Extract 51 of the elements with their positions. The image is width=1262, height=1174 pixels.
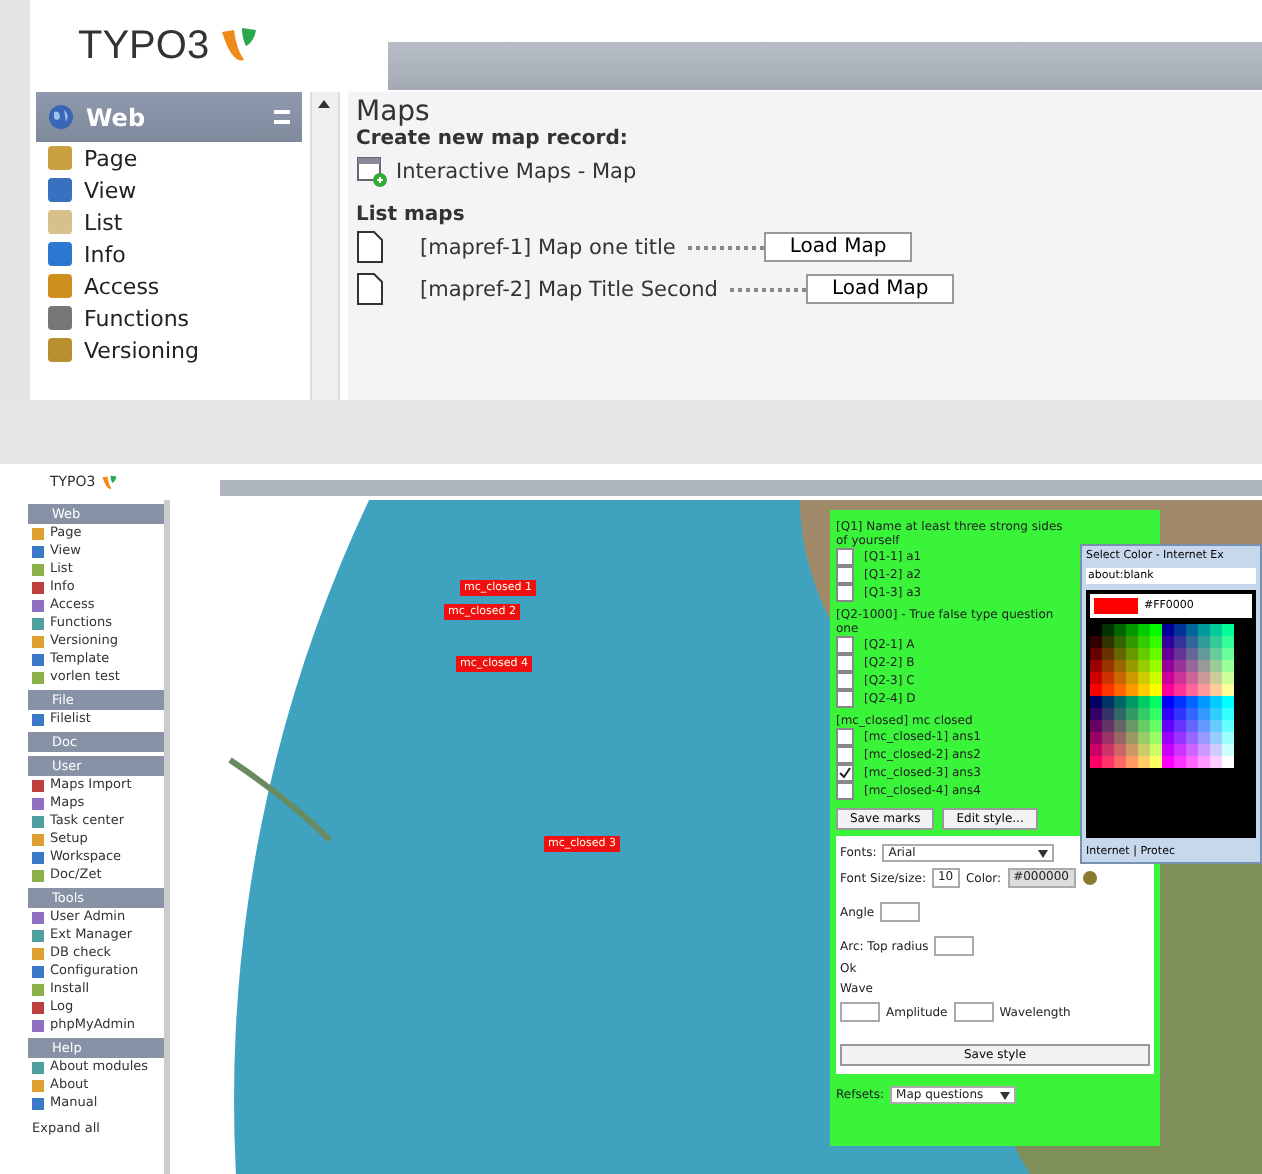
section-heading: Create new map record: bbox=[356, 128, 630, 150]
typo3-logo-text: TYPO3 bbox=[78, 23, 210, 69]
module-icon bbox=[48, 210, 72, 234]
answer-checkbox[interactable] bbox=[836, 690, 854, 708]
new-record-icon bbox=[356, 156, 388, 188]
load-map-button[interactable]: Load Map bbox=[763, 232, 913, 262]
answer-checkbox[interactable] bbox=[836, 584, 854, 602]
answer-checkbox[interactable] bbox=[836, 654, 854, 672]
color-swatch bbox=[1094, 598, 1138, 614]
answer-checkbox[interactable] bbox=[836, 672, 854, 690]
answer-checkbox[interactable] bbox=[836, 566, 854, 584]
create-record-link[interactable]: Interactive Maps - Map bbox=[396, 160, 637, 184]
load-map-button[interactable]: Load Map bbox=[805, 274, 955, 304]
scrollbar[interactable] bbox=[310, 92, 340, 400]
radius-field[interactable] bbox=[934, 936, 975, 956]
document-icon bbox=[356, 230, 384, 264]
group-title: Web bbox=[86, 103, 148, 131]
typo3-logo-icon bbox=[99, 473, 118, 491]
collapse-icon[interactable] bbox=[274, 110, 290, 124]
map-record-title[interactable]: [mapref-2] Map Title Second bbox=[420, 277, 718, 301]
answer-checkbox[interactable] bbox=[836, 764, 854, 782]
answer-checkbox[interactable] bbox=[836, 636, 854, 654]
answer-checkbox[interactable] bbox=[836, 746, 854, 764]
globe-icon bbox=[48, 104, 74, 130]
angle-field[interactable] bbox=[880, 902, 921, 922]
module-icon bbox=[48, 178, 72, 202]
module-icon bbox=[48, 146, 72, 170]
page-title: Maps bbox=[356, 96, 432, 128]
map-record-title[interactable]: [mapref-1] Map one title bbox=[420, 235, 676, 259]
module-menu-item[interactable]: Info bbox=[36, 238, 302, 270]
dropdown-icon bbox=[999, 1091, 1010, 1099]
module-icon bbox=[48, 338, 72, 362]
module-menu-item[interactable]: View bbox=[36, 174, 302, 206]
document-icon bbox=[356, 272, 384, 306]
wave-field[interactable] bbox=[840, 1002, 880, 1022]
module-menu-item[interactable]: Access bbox=[36, 270, 302, 302]
section-heading: List maps bbox=[356, 204, 467, 226]
module-menu-item[interactable]: Page bbox=[36, 142, 302, 174]
answer-checkbox[interactable] bbox=[836, 548, 854, 566]
scroll-up-icon[interactable] bbox=[318, 100, 330, 108]
module-menu-item[interactable]: Functions bbox=[36, 302, 302, 334]
module-icon bbox=[48, 274, 72, 298]
dropdown-icon bbox=[1038, 849, 1049, 857]
module-icon bbox=[32, 713, 44, 725]
amplitude-field[interactable] bbox=[953, 1002, 994, 1022]
module-menu-item[interactable]: Versioning bbox=[36, 334, 302, 366]
answer-checkbox[interactable] bbox=[836, 782, 854, 800]
module-menu-item[interactable]: List bbox=[36, 206, 302, 238]
answer-checkbox[interactable] bbox=[836, 728, 854, 746]
module-icon bbox=[48, 306, 72, 330]
module-icon bbox=[48, 242, 72, 266]
